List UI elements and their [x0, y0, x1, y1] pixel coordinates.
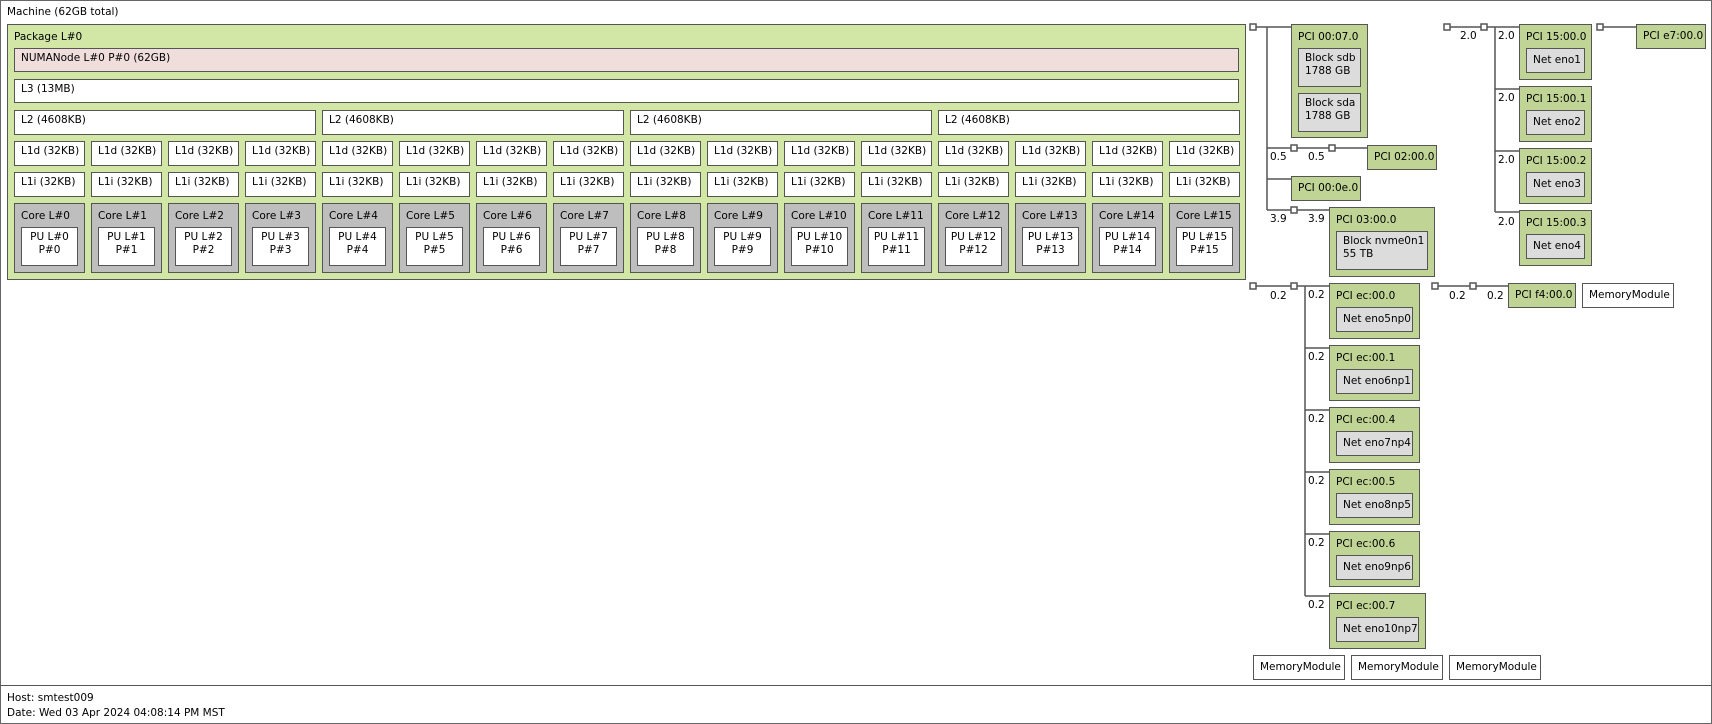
pci-label: PCI ec:00.5: [1336, 476, 1396, 488]
net-device[interactable]: Net eno6np1: [1336, 369, 1413, 394]
memory-module[interactable]: MemoryModule: [1253, 655, 1345, 680]
pci-label: PCI 00:07.0: [1298, 31, 1359, 43]
net-device[interactable]: Net eno8np5: [1336, 493, 1413, 518]
net-device[interactable]: Net eno1: [1526, 48, 1585, 73]
block-nvme0n1[interactable]: Block nvme0n1 55 TB: [1336, 231, 1428, 270]
pci-label: PCI 03:00.0: [1336, 214, 1397, 226]
bandwidth-label: 0.2: [1308, 289, 1325, 301]
net-device[interactable]: Net eno7np4: [1336, 431, 1413, 456]
bandwidth-label: 2.0: [1498, 154, 1515, 166]
bandwidth-label: 2.0: [1460, 30, 1477, 42]
block-sdb[interactable]: Block sdb 1788 GB: [1298, 48, 1361, 87]
memory-module[interactable]: MemoryModule: [1351, 655, 1443, 680]
bandwidth-label: 2.0: [1498, 30, 1515, 42]
pci-label: PCI ec:00.7: [1336, 600, 1396, 612]
device-name: Block sda: [1305, 97, 1356, 109]
pci-f4-00-0[interactable]: PCI f4:00.0: [1508, 283, 1576, 308]
net-device[interactable]: Net eno10np7: [1336, 617, 1419, 642]
bandwidth-label: 0.2: [1308, 475, 1325, 487]
pci-02-00-0[interactable]: PCI 02:00.0: [1367, 145, 1437, 170]
pci-label: PCI ec:00.4: [1336, 414, 1396, 426]
pci-connectors: [1249, 23, 1636, 597]
net-device[interactable]: Net eno5np0: [1336, 307, 1413, 332]
bandwidth-label: 0.2: [1270, 290, 1287, 302]
pci-label: PCI ec:00.6: [1336, 538, 1396, 550]
pci-label: PCI 15:00.3: [1526, 217, 1587, 229]
device-name: Block nvme0n1: [1343, 235, 1425, 247]
pci-label: PCI ec:00.1: [1336, 352, 1396, 364]
block-sda[interactable]: Block sda 1788 GB: [1298, 93, 1361, 132]
device-size: 55 TB: [1343, 248, 1374, 260]
net-device[interactable]: Net eno2: [1526, 110, 1585, 135]
device-size: 1788 GB: [1305, 110, 1351, 122]
memory-module[interactable]: MemoryModule: [1449, 655, 1541, 680]
bandwidth-label: 2.0: [1498, 216, 1515, 228]
bandwidth-label: 0.2: [1308, 537, 1325, 549]
pci-00-0e-0[interactable]: PCI 00:0e.0: [1291, 176, 1361, 201]
bandwidth-label: 3.9: [1270, 213, 1287, 225]
pci-label: PCI 15:00.1: [1526, 93, 1587, 105]
bandwidth-label: 0.2: [1449, 290, 1466, 302]
device-name: Block sdb: [1305, 52, 1356, 64]
pci-label: PCI 15:00.2: [1526, 155, 1587, 167]
bandwidth-label: 2.0: [1498, 92, 1515, 104]
net-device[interactable]: Net eno3: [1526, 172, 1585, 197]
net-device[interactable]: Net eno4: [1526, 234, 1585, 259]
bandwidth-label: 0.5: [1270, 151, 1287, 163]
pci-label: PCI 15:00.0: [1526, 31, 1587, 43]
bandwidth-label: 0.5: [1308, 151, 1325, 163]
pci-e7-00-0[interactable]: PCI e7:00.0: [1636, 24, 1706, 49]
bandwidth-label: 0.2: [1487, 290, 1504, 302]
memory-module[interactable]: MemoryModule: [1582, 283, 1674, 308]
bandwidth-label: 0.2: [1308, 351, 1325, 363]
bandwidth-label: 0.2: [1308, 599, 1325, 611]
pci-label: PCI ec:00.0: [1336, 290, 1396, 302]
bandwidth-label: 0.2: [1308, 413, 1325, 425]
net-device[interactable]: Net eno9np6: [1336, 555, 1413, 580]
bandwidth-label: 3.9: [1308, 213, 1325, 225]
device-size: 1788 GB: [1305, 65, 1351, 77]
